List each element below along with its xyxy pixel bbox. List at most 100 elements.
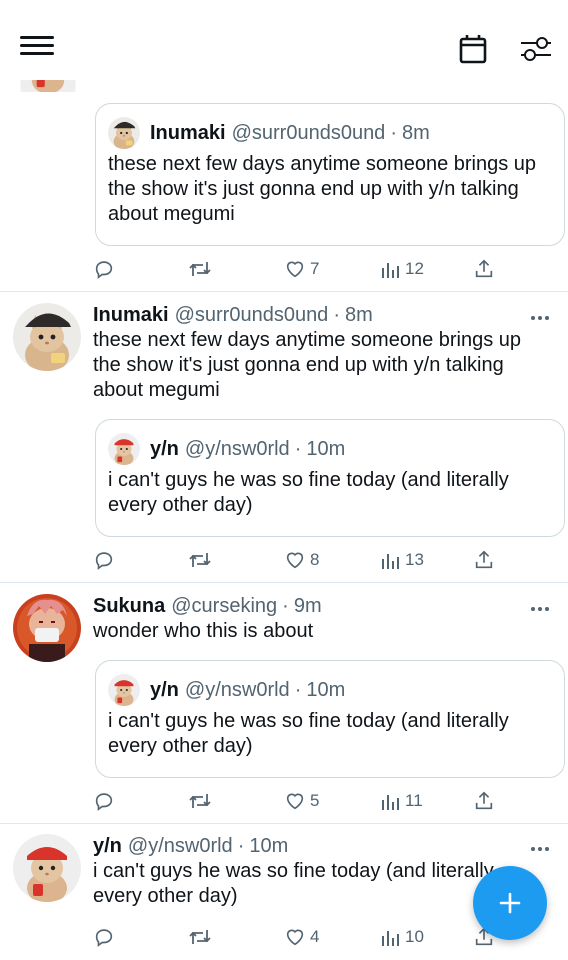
avatar[interactable]	[13, 594, 81, 662]
like-count: 7	[310, 259, 320, 278]
avatar	[108, 117, 140, 149]
share-button[interactable]	[473, 786, 495, 816]
reply-icon	[95, 552, 113, 570]
reply-button[interactable]	[93, 786, 115, 816]
retweet-icon	[189, 553, 211, 567]
analytics-bars-icon	[382, 554, 399, 569]
timestamp: 10m	[306, 678, 346, 701]
like-count: 5	[310, 791, 320, 810]
author-handle[interactable]: @y/nsw0rld	[128, 835, 233, 858]
share-button[interactable]	[473, 254, 495, 284]
avatar	[108, 674, 140, 706]
like-button[interactable]: 8	[284, 545, 319, 575]
author-handle[interactable]: @curseking	[171, 595, 277, 618]
retweet-icon	[189, 930, 211, 944]
quoted-author-handle: @y/nsw0rld	[184, 437, 290, 460]
retweet-button[interactable]	[188, 786, 212, 816]
quoted-author-name: y/n	[150, 678, 179, 701]
quoted-author-handle: @surr0unds0und	[231, 121, 386, 144]
separator-dot: ·	[294, 437, 302, 460]
retweet-button[interactable]	[188, 922, 212, 952]
tweet-actions: 5 11	[0, 786, 568, 816]
sliders-icon[interactable]	[520, 35, 552, 63]
share-icon	[475, 259, 493, 278]
reply-button[interactable]	[93, 254, 115, 284]
analytics-bars-icon	[382, 795, 399, 810]
timestamp: 8m	[401, 121, 430, 144]
divider	[0, 823, 568, 824]
timeline-feed: Inumaki @surr0unds0und · 8m these next f…	[0, 0, 568, 960]
tweet-text: these next few days anytime someone brin…	[93, 329, 522, 401]
top-app-bar	[0, 0, 568, 80]
quoted-author-handle: @y/nsw0rld	[184, 678, 290, 701]
views-button[interactable]: 11	[381, 786, 423, 816]
more-options-icon[interactable]	[528, 310, 552, 320]
tweet-header: Inumaki @surr0unds0und · 8m	[93, 302, 373, 328]
like-count: 4	[310, 927, 320, 946]
share-icon	[475, 550, 493, 569]
author-handle[interactable]: @surr0unds0und	[175, 304, 329, 327]
retweet-icon	[189, 262, 211, 276]
reply-icon	[95, 261, 113, 279]
heart-icon	[286, 261, 304, 278]
view-count: 11	[405, 791, 423, 810]
calendar-icon[interactable]	[459, 34, 487, 64]
tweet-actions: 7 12	[0, 254, 568, 284]
reply-button[interactable]	[93, 545, 115, 575]
tweet-text: wonder who this is about	[93, 620, 314, 642]
share-button[interactable]	[473, 545, 495, 575]
separator-dot: ·	[237, 834, 245, 857]
heart-icon	[286, 552, 304, 569]
retweet-button[interactable]	[188, 545, 212, 575]
timestamp[interactable]: 8m	[345, 304, 373, 327]
view-count: 10	[405, 927, 424, 946]
reply-icon	[95, 793, 113, 811]
plus-icon	[499, 892, 521, 914]
separator-dot: ·	[294, 678, 302, 701]
quoted-tweet[interactable]: y/n @y/nsw0rld · 10m i can't guys he was…	[95, 419, 565, 537]
separator-dot: ·	[282, 594, 289, 617]
reply-icon	[95, 929, 113, 947]
retweet-icon	[189, 794, 211, 808]
quoted-author-name: y/n	[150, 437, 179, 460]
heart-icon	[286, 793, 304, 810]
timestamp[interactable]: 10m	[249, 835, 288, 858]
quoted-tweet[interactable]: Inumaki @surr0unds0und · 8m these next f…	[95, 103, 565, 246]
timestamp: 10m	[306, 437, 346, 460]
quoted-tweet[interactable]: y/n @y/nsw0rld · 10m i can't guys he was…	[95, 660, 565, 778]
avatar[interactable]	[13, 834, 81, 902]
quoted-author-name: Inumaki	[150, 121, 226, 144]
views-button[interactable]: 13	[381, 545, 424, 575]
hamburger-menu-icon[interactable]	[20, 36, 54, 62]
avatar	[108, 433, 140, 465]
reply-button[interactable]	[93, 922, 115, 952]
analytics-bars-icon	[382, 931, 399, 946]
share-icon	[475, 791, 493, 810]
retweet-button[interactable]	[188, 254, 212, 284]
separator-dot: ·	[390, 121, 397, 144]
view-count: 13	[405, 550, 424, 569]
more-options-icon[interactable]	[528, 841, 552, 851]
author-name[interactable]: Sukuna	[93, 595, 165, 618]
tweet-actions: 8 13	[0, 545, 568, 575]
like-count: 8	[310, 550, 320, 569]
compose-button[interactable]	[473, 866, 547, 940]
divider	[0, 291, 568, 292]
separator-dot: ·	[333, 303, 340, 326]
view-count: 12	[405, 259, 424, 278]
timestamp[interactable]: 9m	[294, 595, 322, 618]
divider	[0, 582, 568, 583]
more-options-icon[interactable]	[528, 601, 552, 611]
tweet-header: y/n @y/nsw0rld · 10m	[93, 833, 288, 859]
author-name[interactable]: y/n	[93, 835, 122, 858]
like-button[interactable]: 7	[284, 254, 319, 284]
avatar[interactable]	[13, 303, 81, 371]
views-button[interactable]: 10	[381, 922, 424, 952]
author-name[interactable]: Inumaki	[93, 304, 169, 327]
like-button[interactable]: 5	[284, 786, 319, 816]
quoted-tweet-text: i can't guys he was so fine today (and l…	[108, 710, 509, 757]
heart-icon	[286, 929, 304, 946]
like-button[interactable]: 4	[284, 922, 319, 952]
views-button[interactable]: 12	[381, 254, 424, 284]
tweet-header: Sukuna @curseking · 9m	[93, 593, 322, 619]
